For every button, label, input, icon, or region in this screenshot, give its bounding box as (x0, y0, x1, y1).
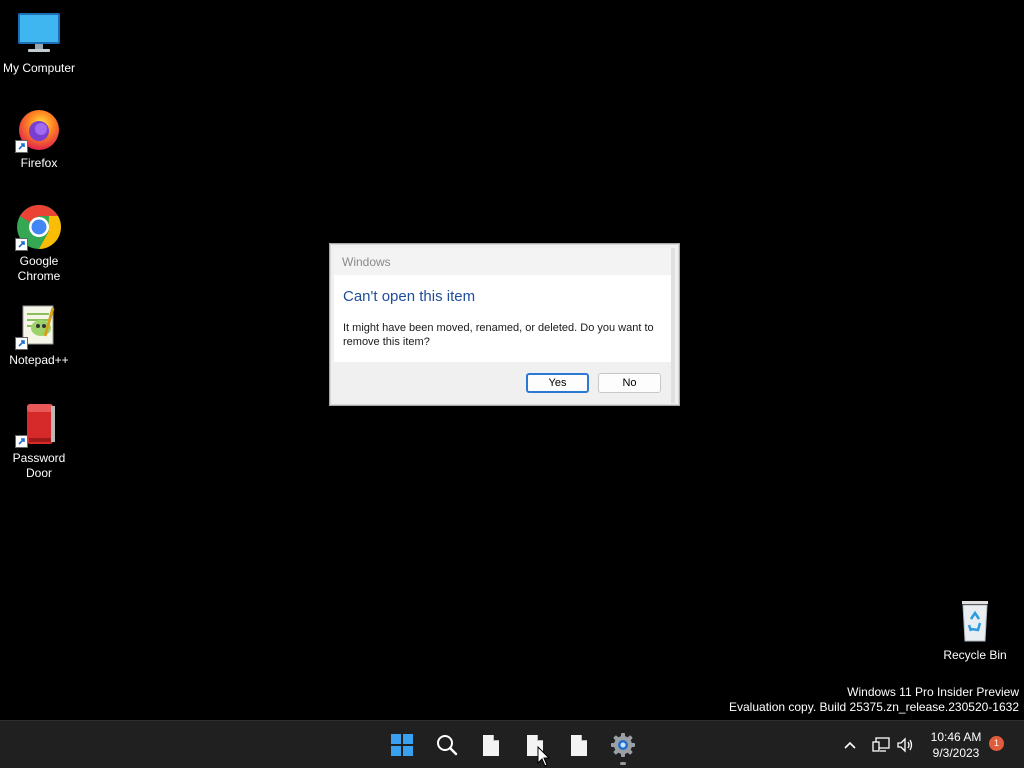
mouse-pointer-icon (537, 745, 551, 768)
speaker-icon (897, 737, 913, 753)
search-icon (437, 735, 458, 756)
taskbar-app-document-1[interactable] (475, 729, 507, 761)
shortcut-arrow-icon (15, 140, 28, 153)
clock-date: 9/3/2023 (932, 746, 980, 760)
chrome-icon (15, 203, 63, 251)
dialog-body: Can't open this item It might have been … (334, 275, 671, 362)
desktop-icon-google-chrome[interactable]: Google Chrome (0, 203, 78, 284)
settings-icon (611, 733, 635, 757)
desktop-icon-label: Notepad++ (9, 353, 69, 367)
desktop-icon-label: My Computer (2, 61, 76, 75)
password-door-icon (15, 400, 63, 448)
clock-time: 10:46 AM (930, 730, 982, 744)
taskbar-app-settings[interactable] (607, 729, 639, 765)
desktop-icon-label: Recycle Bin (943, 648, 1007, 662)
dialog-title: Windows (342, 255, 391, 269)
desktop-icon-notepad-plus-plus[interactable]: Notepad++ (0, 302, 78, 368)
desktop-icon-password-door[interactable]: Password Door (0, 400, 78, 481)
dialog-heading: Can't open this item (343, 288, 476, 305)
firefox-icon (15, 105, 63, 153)
watermark-line-1: Windows 11 Pro Insider Preview (847, 685, 1019, 699)
document-icon (571, 734, 587, 756)
start-icon (391, 734, 413, 756)
no-button[interactable]: No (598, 373, 661, 393)
desktop-icon-label: Password Door (12, 451, 66, 480)
active-indicator (620, 762, 626, 765)
notification-badge[interactable]: 1 (989, 736, 1004, 751)
error-dialog: Windows Can't open this item It might ha… (329, 243, 680, 406)
shortcut-arrow-icon (15, 238, 28, 251)
document-icon (483, 734, 499, 756)
taskbar: 10:46 AM 9/3/2023 (0, 720, 1024, 768)
network-icon (872, 737, 890, 752)
windows-watermark: Windows 11 Pro Insider Preview Evaluatio… (729, 685, 1019, 715)
yes-button[interactable]: Yes (526, 373, 589, 393)
desktop-icon-firefox[interactable]: Firefox (0, 105, 78, 171)
clock[interactable]: 10:46 AM 9/3/2023 (925, 729, 987, 761)
chevron-up-icon (844, 741, 856, 749)
desktop-icon-label: Firefox (20, 156, 58, 170)
notepad-plus-plus-icon (15, 302, 63, 350)
start-button[interactable] (386, 729, 418, 761)
dialog-border-strip (671, 248, 675, 403)
shortcut-arrow-icon (15, 337, 28, 350)
dialog-message: It might have been moved, renamed, or de… (343, 322, 654, 348)
shortcut-arrow-icon (15, 435, 28, 448)
dialog-footer: Yes No (334, 362, 671, 404)
desktop-icon-my-computer[interactable]: My Computer (0, 10, 78, 76)
show-hidden-icons-button[interactable] (838, 721, 862, 768)
search-button[interactable] (431, 729, 463, 761)
volume-button[interactable] (895, 721, 915, 768)
recycle-bin-icon (951, 597, 999, 645)
desktop-icon-label: Google Chrome (17, 254, 61, 283)
desktop-icon-recycle-bin[interactable]: Recycle Bin (936, 597, 1014, 663)
monitor-icon (15, 10, 63, 58)
network-button[interactable] (871, 721, 891, 768)
dialog-titlebar[interactable]: Windows (334, 248, 671, 276)
taskbar-app-document-3[interactable] (563, 729, 595, 761)
watermark-line-2: Evaluation copy. Build 25375.zn_release.… (729, 700, 1019, 714)
